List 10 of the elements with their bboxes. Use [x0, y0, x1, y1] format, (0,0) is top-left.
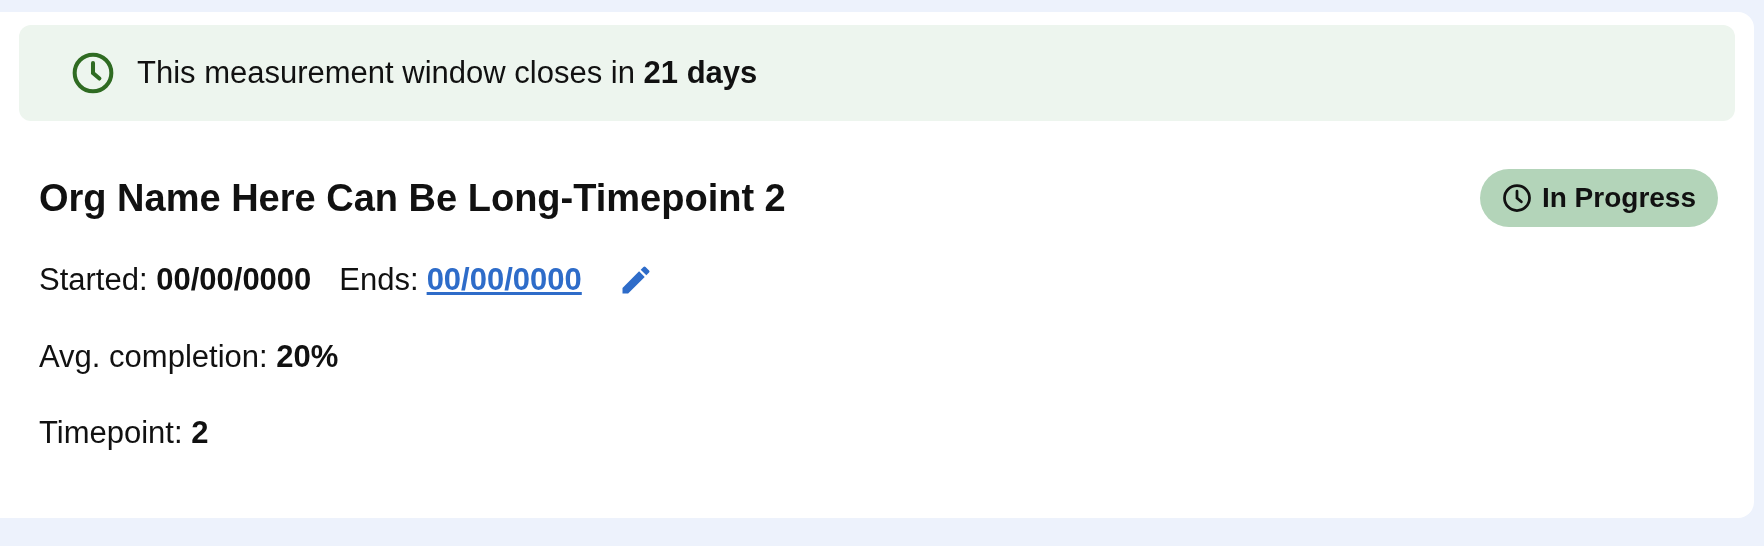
card-title: Org Name Here Can Be Long-Timepoint 2: [39, 175, 786, 221]
detail-text: Timepoint: 2: [39, 415, 209, 450]
end-date-link[interactable]: 00/00/0000: [426, 257, 582, 304]
clock-icon: [71, 51, 115, 95]
detail-text: Avg. completion: 20%: [39, 338, 339, 374]
notice-text: This measurement window closes in 21 days: [137, 53, 758, 92]
clock-icon: [1501, 183, 1532, 213]
start-date-text: Started: 00/00/0000: [39, 261, 312, 299]
status-badge: In Progress: [1479, 169, 1718, 227]
end-date-label: Ends:: [339, 261, 419, 299]
